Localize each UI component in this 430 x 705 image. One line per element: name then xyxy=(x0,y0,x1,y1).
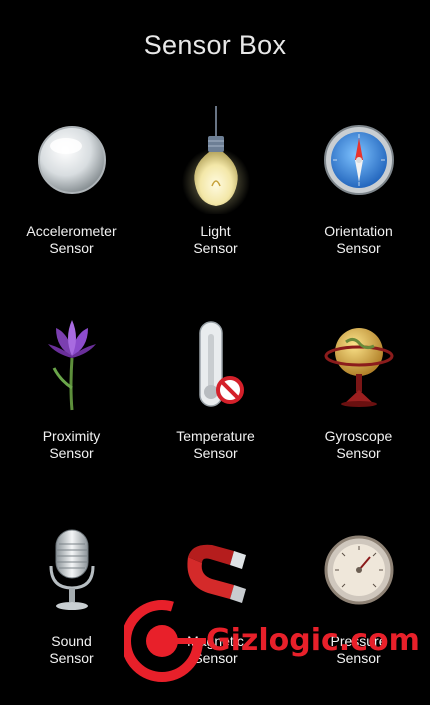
microphone-icon xyxy=(27,515,117,625)
magnetic-sensor-tile[interactable]: Magnetic Sensor xyxy=(144,515,287,705)
thermometer-icon xyxy=(171,310,261,420)
sensor-label: Orientation Sensor xyxy=(324,223,393,256)
pressure-sensor-tile[interactable]: Pressure Sensor xyxy=(287,515,430,705)
disabled-icon xyxy=(215,376,244,404)
sensor-label: Pressure Sensor xyxy=(330,633,387,666)
sensor-label: Light Sensor xyxy=(193,223,238,256)
orientation-sensor-tile[interactable]: Orientation Sensor xyxy=(287,105,430,295)
sensor-label: Gyroscope Sensor xyxy=(324,428,393,461)
glass-sphere-icon xyxy=(27,105,117,215)
sensor-label: Sound Sensor xyxy=(49,633,94,666)
temperature-sensor-tile[interactable]: Temperature Sensor xyxy=(144,310,287,500)
globe-icon xyxy=(314,310,404,420)
gyroscope-sensor-tile[interactable]: Gyroscope Sensor xyxy=(287,310,430,500)
sound-sensor-tile[interactable]: Sound Sensor xyxy=(0,515,143,705)
sensor-label: Magnetic Sensor xyxy=(187,633,244,666)
light-bulb-icon xyxy=(171,105,261,215)
accelerometer-sensor-tile[interactable]: Accelerometer Sensor xyxy=(0,105,143,295)
sensor-label: Proximity Sensor xyxy=(42,428,101,461)
proximity-sensor-tile[interactable]: Proximity Sensor xyxy=(0,310,143,500)
sensor-grid: Accelerometer Sensor Light Sensor Orient… xyxy=(0,0,430,693)
crocus-flower-icon xyxy=(27,310,117,420)
compass-icon xyxy=(314,105,404,215)
sensor-label: Temperature Sensor xyxy=(176,428,255,461)
sensor-label: Accelerometer Sensor xyxy=(26,223,117,256)
barometer-icon xyxy=(314,515,404,625)
light-sensor-tile[interactable]: Light Sensor xyxy=(144,105,287,295)
magnet-icon xyxy=(171,515,261,625)
